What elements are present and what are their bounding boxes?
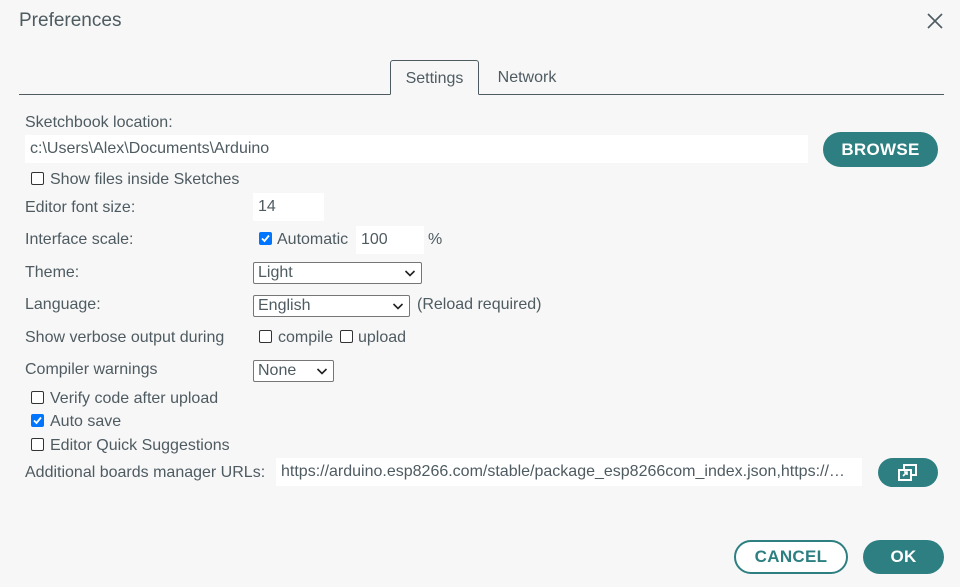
compiler-warnings-select[interactable]: None: [253, 360, 334, 382]
automatic-scale-label: Automatic: [277, 231, 349, 248]
browse-button[interactable]: BROWSE: [823, 132, 938, 167]
sketchbook-location-input[interactable]: c:\Users\Alex\Documents\Arduino: [25, 135, 808, 163]
tab-divider: [19, 94, 944, 95]
language-label: Language:: [25, 296, 101, 313]
compiler-warnings-label: Compiler warnings: [25, 361, 158, 378]
language-select[interactable]: English: [253, 295, 410, 317]
tab-network[interactable]: Network: [483, 60, 571, 95]
boards-urls-label: Additional boards manager URLs:: [25, 464, 266, 481]
cancel-button[interactable]: CANCEL: [734, 540, 848, 574]
show-files-checkbox[interactable]: [31, 172, 44, 185]
verbose-upload-label: upload: [358, 329, 407, 346]
verify-code-checkbox[interactable]: [31, 391, 44, 404]
theme-label: Theme:: [25, 264, 80, 281]
chevron-down-icon: [404, 270, 416, 277]
theme-select[interactable]: Light: [253, 262, 422, 284]
open-urls-editor-button[interactable]: [878, 458, 938, 487]
interface-scale-input[interactable]: 100: [356, 226, 424, 254]
editor-font-size-label: Editor font size:: [25, 199, 136, 216]
language-reload-note: (Reload required): [417, 296, 542, 313]
verbose-compile-checkbox[interactable]: [259, 330, 272, 343]
tab-settings[interactable]: Settings: [390, 60, 479, 95]
external-window-icon: [898, 464, 917, 481]
chevron-down-icon: [316, 368, 328, 375]
quick-suggestions-label: Editor Quick Suggestions: [50, 437, 230, 454]
sketchbook-location-label: Sketchbook location:: [25, 114, 173, 131]
editor-font-size-input[interactable]: 14: [253, 193, 324, 221]
dialog-title: Preferences: [19, 10, 122, 31]
compiler-warnings-selected-value: None: [258, 362, 297, 379]
language-selected-value: English: [258, 297, 311, 314]
auto-save-label: Auto save: [50, 413, 122, 430]
chevron-down-icon: [392, 303, 404, 310]
automatic-scale-checkbox[interactable]: [259, 232, 272, 245]
ok-button[interactable]: OK: [863, 540, 944, 574]
show-files-label: Show files inside Sketches: [50, 171, 240, 188]
boards-urls-input[interactable]: https://arduino.esp8266.com/stable/packa…: [276, 458, 862, 486]
theme-selected-value: Light: [258, 264, 293, 281]
verbose-compile-label: compile: [278, 329, 334, 346]
verbose-upload-checkbox[interactable]: [340, 330, 353, 343]
close-icon[interactable]: [924, 10, 946, 32]
interface-scale-label: Interface scale:: [25, 231, 134, 248]
verbose-output-label: Show verbose output during: [25, 329, 225, 346]
auto-save-checkbox[interactable]: [31, 414, 44, 427]
interface-scale-unit: %: [428, 231, 443, 248]
quick-suggestions-checkbox[interactable]: [31, 438, 44, 451]
verify-code-label: Verify code after upload: [50, 390, 219, 407]
